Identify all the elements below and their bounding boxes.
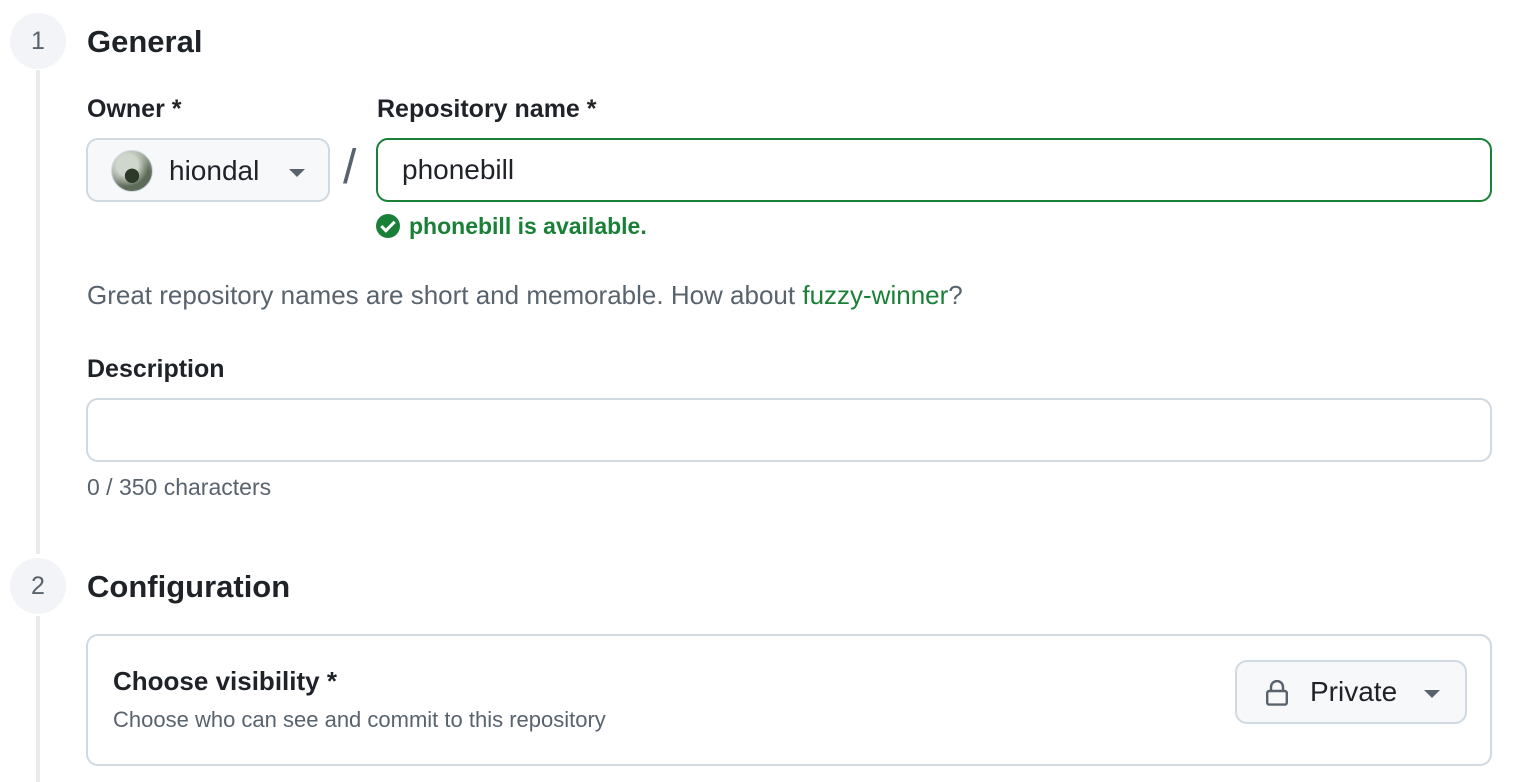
visibility-select-button[interactable]: Private	[1235, 660, 1467, 724]
availability-message: phonebill is available.	[376, 213, 647, 239]
description-input[interactable]	[86, 398, 1492, 462]
section-title-configuration: Configuration	[87, 569, 291, 604]
step-number-badge: 1	[10, 13, 66, 69]
hint-suffix: ?	[948, 280, 963, 310]
avatar	[111, 150, 153, 192]
owner-select-button[interactable]: hiondal	[86, 138, 330, 202]
step-number-badge: 2	[10, 558, 66, 614]
visibility-value: Private	[1310, 676, 1398, 707]
section-title-general: General	[87, 24, 203, 59]
visibility-card: Choose visibility * Choose who can see a…	[86, 634, 1492, 766]
owner-name: hiondal	[169, 155, 260, 186]
name-suggestion-link[interactable]: fuzzy-winner	[802, 280, 948, 310]
chevron-down-icon	[1424, 690, 1440, 698]
owner-repo-separator: /	[343, 141, 357, 194]
hint-text: Great repository names are short and mem…	[87, 280, 803, 310]
description-character-counter: 0 / 350 characters	[87, 474, 272, 500]
step-connector-line	[36, 616, 40, 782]
repository-name-label: Repository name *	[377, 95, 597, 123]
availability-text: phonebill is available.	[409, 212, 647, 239]
repository-name-input[interactable]	[376, 138, 1492, 202]
description-label: Description	[87, 355, 225, 383]
step-connector-line	[36, 70, 40, 554]
lock-icon	[1266, 680, 1289, 706]
visibility-subtitle: Choose who can see and commit to this re…	[113, 707, 606, 732]
owner-label: Owner *	[87, 95, 182, 123]
repository-name-hint: Great repository names are short and mem…	[87, 281, 963, 310]
visibility-title: Choose visibility *	[113, 666, 337, 696]
check-circle-icon	[376, 214, 400, 238]
chevron-down-icon	[289, 169, 305, 177]
